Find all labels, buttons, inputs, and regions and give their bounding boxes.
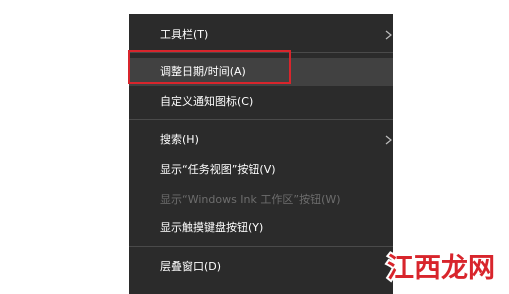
menu-item-label: 层叠窗口(D): [160, 260, 222, 273]
menu-item-label: 自定义通知图标(C): [160, 95, 254, 108]
menu-item-toolbars[interactable]: 工具栏(T): [129, 21, 393, 49]
menu-item-label: 显示“Windows Ink 工作区”按钮(W): [160, 193, 341, 206]
menu-separator: [129, 119, 393, 120]
screenshot-stage: 工具栏(T) 调整日期/时间(A) 自定义通知图标(C) 搜索(H) 显示“任务…: [0, 0, 509, 294]
highlight-annotation-box: [128, 50, 291, 84]
chevron-right-icon: [385, 135, 392, 145]
menu-item-show-touch-keyboard-button[interactable]: 显示触摸键盘按钮(Y): [129, 214, 393, 242]
menu-item-label: 显示“任务视图”按钮(V): [160, 163, 276, 176]
menu-item-label: 工具栏(T): [160, 28, 209, 41]
menu-item-label: 显示触摸键盘按钮(Y): [160, 221, 264, 234]
menu-item-customize-notification-icons[interactable]: 自定义通知图标(C): [129, 88, 393, 116]
watermark-logo: 江西龙网 江西龙网: [385, 251, 497, 284]
menu-item-show-windows-ink-button: 显示“Windows Ink 工作区”按钮(W): [129, 186, 393, 214]
chevron-right-icon: [385, 30, 392, 40]
menu-item-cascade-windows[interactable]: 层叠窗口(D): [129, 253, 393, 281]
menu-separator: [129, 246, 393, 247]
menu-item-show-task-view-button[interactable]: 显示“任务视图”按钮(V): [129, 156, 393, 184]
watermark-text: 江西龙网: [387, 253, 495, 284]
menu-item-search[interactable]: 搜索(H): [129, 126, 393, 154]
menu-item-label: 搜索(H): [160, 133, 199, 146]
